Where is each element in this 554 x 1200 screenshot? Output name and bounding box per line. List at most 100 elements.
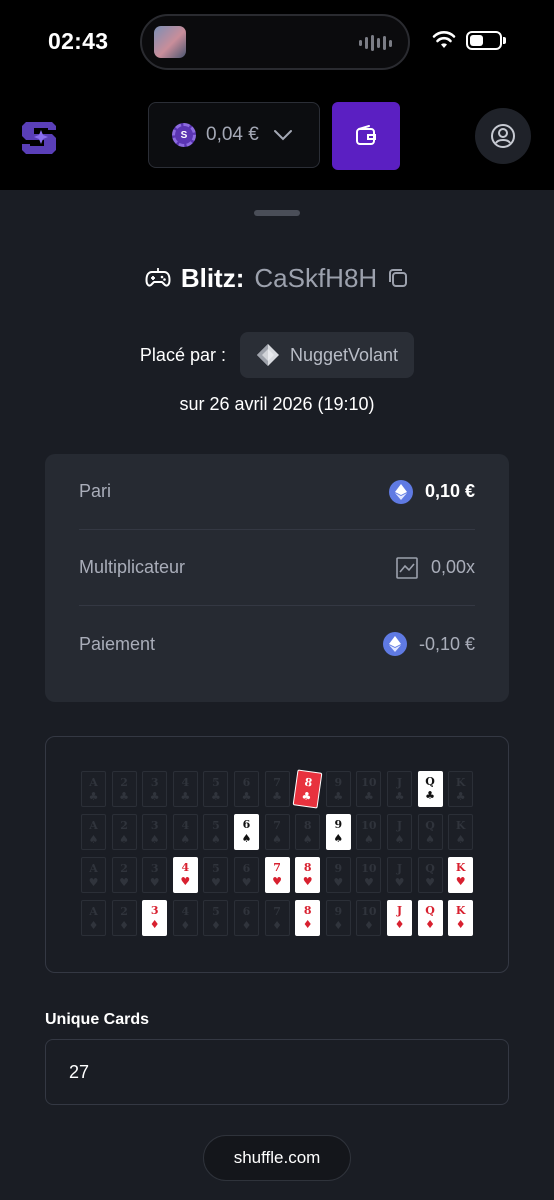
card-rank: 6 [242, 905, 251, 918]
diamond-rank-icon [256, 344, 279, 366]
card-suit: ♣ [180, 790, 191, 803]
unique-cards-field[interactable] [45, 1039, 509, 1105]
card-rank: Q [425, 862, 435, 875]
card-rank: 4 [181, 819, 190, 832]
placed-by-label: Placé par : [139, 344, 226, 365]
chevron-down-icon [273, 130, 292, 141]
playing-card: 9 ♠ [325, 814, 351, 850]
card-slot: K ♠ [448, 814, 474, 850]
card-rank: 7 [273, 776, 281, 789]
playing-card: J ♦ [387, 900, 412, 936]
shuffle-logo-icon[interactable] [22, 116, 60, 156]
card-suit: ♠ [180, 833, 191, 846]
card-rank: 8 [303, 861, 312, 874]
user-icon [491, 124, 515, 148]
site-link[interactable]: shuffle.com [203, 1135, 351, 1181]
card-slot: 7 ♠ [264, 814, 290, 850]
card-suit: ♠ [455, 833, 466, 846]
ethereum-icon [382, 632, 407, 656]
card-suit: ♣ [333, 790, 344, 803]
card-suit: ♠ [425, 833, 436, 846]
card-rank: A [89, 905, 98, 918]
bet-title: Blitz: CaSkfH8H [0, 258, 554, 298]
profile-button[interactable] [475, 108, 531, 164]
card-rank: 8 [303, 775, 314, 790]
card-rank: K [455, 861, 466, 874]
card-suit: ♦ [425, 918, 436, 931]
playing-card: 8 ♣ [292, 769, 323, 809]
card-suit: ♣ [363, 790, 374, 803]
card-rank: 2 [120, 776, 128, 789]
card-suit: ♦ [180, 919, 191, 932]
card-rank: A [89, 862, 98, 875]
card-suit: ♦ [455, 918, 466, 931]
card-suit: ♥ [333, 876, 344, 889]
balance-selector[interactable]: S 0,04 € [148, 102, 320, 168]
bet-id: CaSkfH8H [254, 262, 378, 293]
now-playing-thumbnail [154, 26, 186, 58]
bet-stats-panel: Pari 0,10 € Multiplicateur 0,00x Paiemen… [45, 454, 509, 702]
app-header: S 0,04 € [0, 82, 554, 190]
card-rank: 9 [334, 905, 343, 918]
playing-card: 8 ♥ [295, 857, 321, 893]
wallet-button[interactable] [332, 102, 400, 170]
card-suit: ♠ [363, 833, 374, 846]
card-suit: ♣ [149, 790, 160, 803]
sheet-drag-handle[interactable] [254, 210, 300, 216]
card-slot: 10 ♦ [356, 900, 382, 936]
card-suit: ♥ [241, 876, 252, 889]
card-slot: J ♣ [387, 771, 412, 807]
card-rank: 8 [303, 904, 312, 917]
card-slot: 9 ♦ [325, 900, 351, 936]
card-rank: 4 [181, 861, 190, 874]
playing-card: 4 ♥ [172, 857, 198, 893]
playing-card: K ♦ [448, 900, 474, 936]
stat-row-payout: Paiement -0,10 € [79, 606, 475, 682]
card-suit: ♠ [394, 833, 405, 846]
card-suit: ♥ [210, 876, 221, 889]
card-suit: ♦ [241, 919, 252, 932]
card-slot: 4 ♠ [172, 814, 198, 850]
card-rank: 2 [120, 819, 128, 832]
card-suit: ♦ [149, 918, 160, 931]
playing-card: 7 ♥ [264, 857, 290, 893]
card-suit: ♠ [149, 833, 160, 846]
card-slot: 7 ♣ [264, 771, 290, 807]
card-grid-panel: A ♣ 2 ♣ 3 ♣ 4 ♣ 5 ♣ 6 ♣ 7 ♣ 8 ♣ 9 ♣ 10 ♣ J ♣ Q ♣ K ♣ A ♠ 2 ♠ 3 ♠ 4 ♠ 5 ♠ 6 ♠ 7… [45, 736, 509, 973]
card-suit: ♥ [272, 875, 283, 888]
card-suit: ♠ [88, 833, 99, 846]
card-rank: 3 [150, 862, 159, 875]
card-suit: ♥ [363, 876, 374, 889]
card-rank: 2 [120, 905, 128, 918]
card-rank: 7 [273, 905, 281, 918]
card-slot: A ♥ [81, 857, 106, 893]
card-slot: 7 ♦ [264, 900, 290, 936]
card-suit: ♣ [88, 790, 99, 803]
card-suit: ♣ [300, 789, 313, 804]
user-chip[interactable]: NuggetVolant [239, 332, 415, 378]
card-slot: Q ♥ [417, 857, 443, 893]
card-rank: 7 [273, 819, 281, 832]
dynamic-island[interactable] [140, 14, 410, 70]
card-slot: 5 ♠ [203, 814, 229, 850]
playing-card: 3 ♦ [142, 900, 168, 936]
audio-waveform-icon [359, 34, 392, 52]
card-suit: ♥ [88, 876, 99, 889]
card-suit: ♣ [272, 790, 283, 803]
card-slot: A ♠ [81, 814, 106, 850]
username: NuggetVolant [289, 344, 399, 365]
stat-row-bet: Pari 0,10 € [79, 454, 475, 530]
stat-value: 0,00x [430, 557, 475, 577]
stat-value: 0,10 € [424, 481, 475, 501]
card-rank: 10 [361, 905, 377, 918]
card-slot: 8 ♠ [295, 814, 321, 850]
stat-label: Multiplicateur [79, 557, 186, 577]
card-rank: K [455, 904, 466, 917]
card-suit: ♦ [363, 919, 374, 932]
card-suit: ♦ [394, 918, 405, 931]
card-rank: 3 [150, 904, 159, 917]
card-rank: Q [425, 904, 435, 917]
card-rank: 10 [361, 819, 377, 832]
copy-icon[interactable] [387, 267, 409, 289]
status-bar: 02:43 [0, 0, 554, 82]
